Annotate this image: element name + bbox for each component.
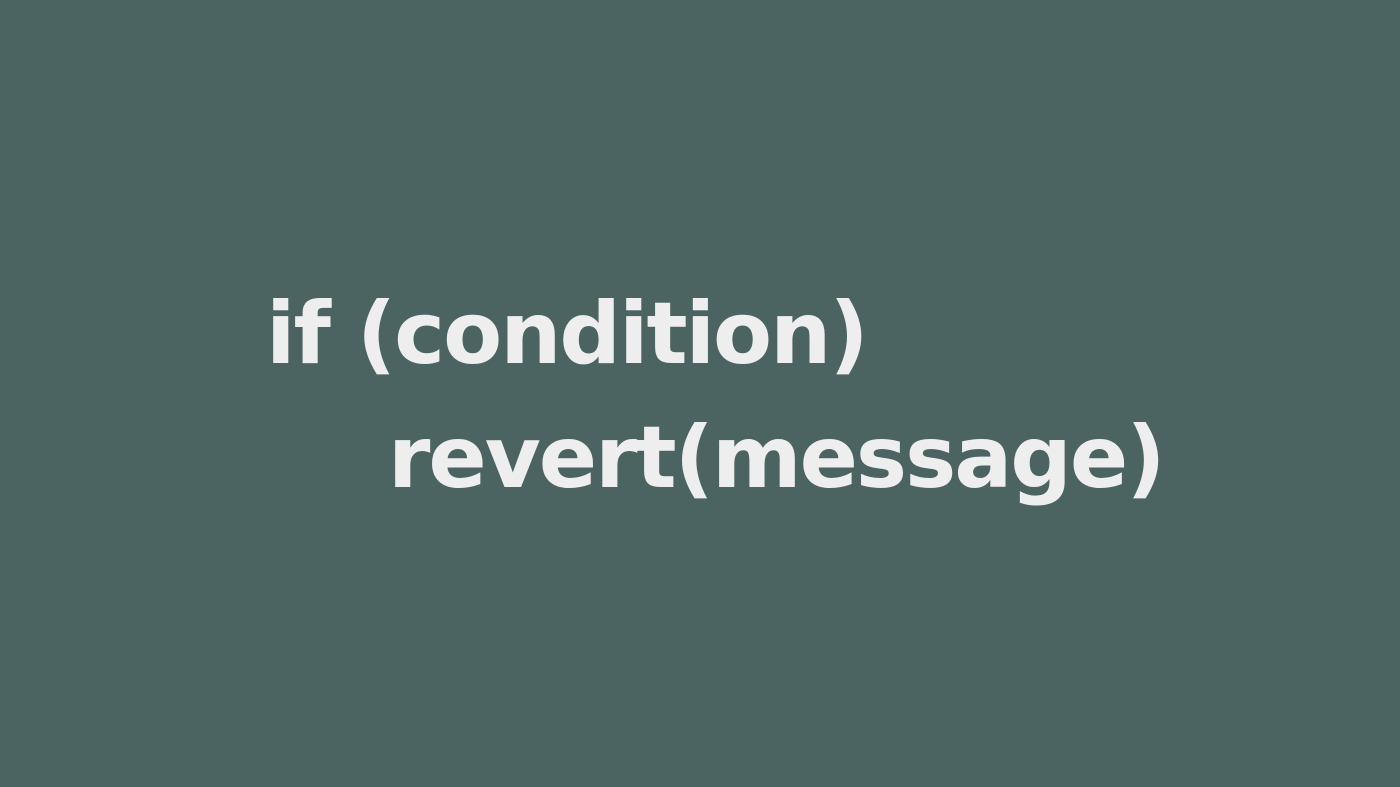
code-line-revert-message: revert(message) [388,408,1165,508]
slide-canvas: if (condition) revert(message) [0,0,1400,787]
code-line-if-condition: if (condition) [266,284,869,384]
